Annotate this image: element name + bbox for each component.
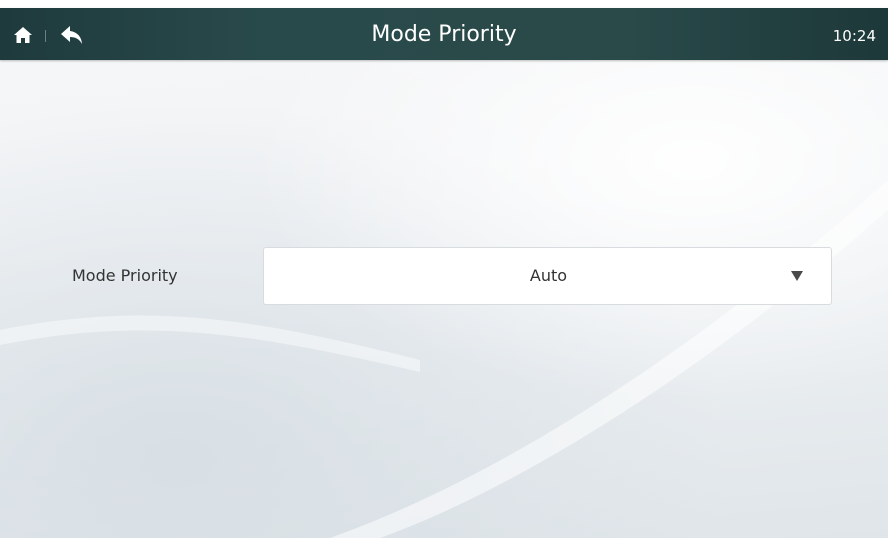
top-strip xyxy=(0,0,888,8)
mode-priority-dropdown[interactable]: Auto xyxy=(263,247,832,305)
header-bar: Mode Priority 10:24 xyxy=(0,8,888,60)
screen: Mode Priority 10:24 Mode Priority Auto xyxy=(0,0,888,538)
home-icon xyxy=(14,27,32,43)
page-title: Mode Priority xyxy=(371,22,517,47)
home-button[interactable] xyxy=(13,25,33,45)
back-button[interactable] xyxy=(60,25,84,45)
back-arrow-icon xyxy=(61,26,82,44)
mode-priority-selected-value: Auto xyxy=(529,266,568,285)
mode-priority-label: Mode Priority xyxy=(72,266,178,285)
clock-time: 10:24 xyxy=(832,27,876,45)
nav-separator xyxy=(45,30,46,42)
dropdown-arrow-icon xyxy=(791,271,803,281)
